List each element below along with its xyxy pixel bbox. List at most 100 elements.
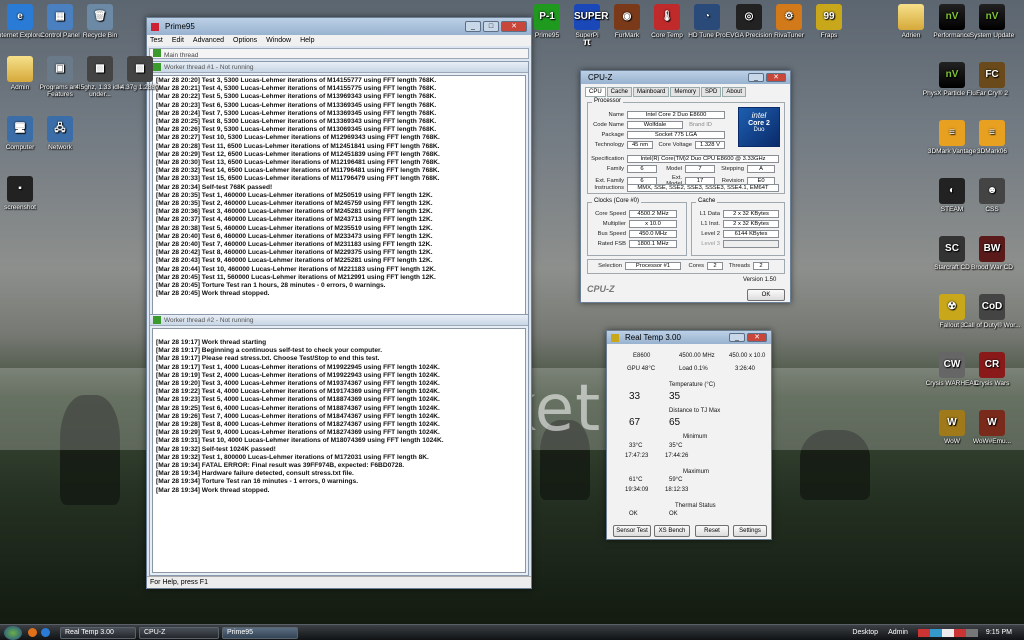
left-icon-6[interactable]: ▩ 4.37g 1.288V (107, 56, 173, 91)
realtemp-window[interactable]: Real Temp 3.00 _ ✕ E8600 4500.00 MHz 450… (606, 330, 772, 540)
realtemp-titlebar[interactable]: Real Temp 3.00 _ ✕ (607, 331, 771, 344)
left-icon-2[interactable]: 🗑 Recycle Bin (67, 4, 133, 39)
level3-label: Level 3 (701, 240, 720, 247)
menu-item-options[interactable]: Options (233, 37, 257, 44)
menu-item-help[interactable]: Help (300, 37, 314, 44)
log-line: [Mar 28 20:27] Test 10, 5300 Lucas-Lehme… (156, 134, 440, 142)
close-icon[interactable]: ✕ (766, 73, 786, 82)
desktop-app-icon: ▩ (127, 56, 153, 82)
cpuz-window[interactable]: CPU-Z _ ✕ CPU Cache Mainboard Memory SPD Abou… (580, 70, 791, 303)
desktop-app-icon: 99 (816, 4, 842, 30)
cpuz-tab-spd[interactable]: SPD (701, 87, 722, 97)
family-value: 6 (627, 165, 657, 173)
left-icon-9[interactable]: ▪ screenshot (0, 176, 53, 211)
tray-icons (917, 628, 978, 637)
log-line: [Mar 28 20:36] Test 3, 460000 Lucas-Lehm… (156, 208, 433, 216)
right-icon-7[interactable]: ☻ CSS (959, 178, 1024, 213)
prime95-window[interactable]: Prime95 _ □ ✕ Test Edit Advanced Options Win… (146, 17, 532, 589)
desktop-app-icon: ≡ (979, 120, 1005, 146)
threads-value: 2 (753, 262, 769, 270)
prime95-titlebar[interactable]: Prime95 _ □ ✕ (147, 18, 531, 35)
close-icon[interactable]: ✕ (747, 333, 767, 342)
cpuz-brand: CPU-Z (587, 284, 615, 294)
quicklaunch-firefox-icon[interactable] (28, 628, 37, 637)
cpuz-tabs: CPU Cache Mainboard Memory SPD About (585, 87, 747, 97)
desktop-app-icon: ▪ (7, 176, 33, 202)
desktop-app-icon: nV (979, 4, 1005, 30)
top-icon-7[interactable]: 99 Fraps (796, 4, 862, 39)
taskbar-item-cpuz[interactable]: CPU-Z (139, 626, 219, 639)
log-line: [Mar 28 20:25] Test 8, 5300 Lucas-Lehmer… (156, 118, 437, 126)
cpuz-ok-button[interactable]: OK (747, 289, 785, 301)
minimize-icon[interactable]: _ (465, 21, 481, 32)
minimize-icon[interactable]: _ (729, 333, 745, 342)
worker-thread-1-titlebar[interactable]: Worker thread #1 - Not running (150, 62, 528, 73)
xs-bench-button[interactable]: XS Bench (654, 525, 690, 537)
core1-max-time: 18:12:33 (665, 487, 689, 493)
cpuz-tab-cache[interactable]: Cache (606, 87, 633, 97)
taskbar: Real Temp 3.00 CPU-Z Prime95 Desktop Adm… (0, 624, 1024, 640)
clock: 9:15 PM (985, 629, 1012, 636)
prime95-title: Prime95 (165, 22, 195, 31)
log-line: [Mar 28 20:34] Self-test 768K passed! (156, 183, 273, 191)
left-icon-8[interactable]: 🖧 Network (27, 116, 93, 151)
cpuz-tab-cpu[interactable]: CPU (585, 87, 606, 97)
minimize-icon[interactable]: _ (748, 73, 764, 82)
family-label: Family (606, 165, 624, 172)
desktop-toolbar[interactable]: Desktop (852, 629, 878, 636)
worker-thread-2-titlebar[interactable]: Worker thread #2 - Not running (150, 315, 528, 326)
prime95-app-icon (151, 22, 159, 31)
cpuz-tab-mainboard[interactable]: Mainboard (633, 87, 670, 97)
settings-button[interactable]: Settings (733, 525, 767, 537)
level2-label: Level 2 (701, 230, 720, 237)
core-speed-value: 4500.2 MHz (629, 210, 677, 218)
worker-thread-1-window[interactable]: Worker thread #1 - Not running [Mar 28 2… (149, 61, 529, 323)
worker-thread-2-window[interactable]: Worker thread #2 - Not running [Mar 28 1… (149, 314, 529, 576)
log-line: [Mar 28 19:19] Test 2, 4000 Lucas-Lehmer… (156, 371, 440, 379)
taskbar-item-prime95[interactable]: Prime95 (222, 626, 298, 639)
processor-select[interactable]: Processor #1 (625, 262, 681, 270)
right-icon-5[interactable]: ≡ 3DMark06 (959, 120, 1024, 155)
realtemp-title: Real Temp 3.00 (625, 333, 681, 342)
model-value: 7 (685, 165, 715, 173)
quicklaunch-ie-icon[interactable] (41, 628, 50, 637)
thermal-status-label: Thermal Status (675, 503, 716, 509)
gpu-temp: GPU 48°C (627, 366, 656, 372)
menu-item-window[interactable]: Window (266, 37, 291, 44)
right-icon-11[interactable]: CoD Call of Duty® Wor... (959, 294, 1024, 329)
desktop-icon-label: Far Cry® 2 (976, 90, 1008, 97)
log-line: [Mar 28 20:22] Test 5, 5300 Lucas-Lehmer… (156, 93, 437, 101)
multiplier-value: x 10.0 (629, 220, 677, 228)
right-icon-15[interactable]: W WoW#Emu... (959, 410, 1024, 445)
log-line: [Mar 28 20:33] Test 15, 6500 Lucas-Lehme… (156, 175, 440, 183)
menu-item-test[interactable]: Test (150, 37, 163, 44)
taskbar-item-realtemp[interactable]: Real Temp 3.00 (60, 626, 136, 639)
log-line: [Mar 28 20:42] Test 8, 460000 Lucas-Lehm… (156, 249, 433, 257)
cpuz-titlebar[interactable]: CPU-Z _ ✕ (581, 71, 790, 84)
sensor-test-button[interactable]: Sensor Test (613, 525, 651, 537)
cpuz-tab-memory[interactable]: Memory (670, 87, 701, 97)
cpu-multiplier: 450.00 x 10.0 (729, 353, 766, 359)
main-thread-window[interactable]: Main thread (149, 48, 529, 59)
right-icon-1[interactable]: nV System Update (959, 4, 1024, 39)
menu-item-advanced[interactable]: Advanced (193, 37, 224, 44)
worker-thread-1-log[interactable]: [Mar 28 20:20] Test 3, 5300 Lucas-Lehmer… (152, 75, 526, 320)
right-icon-13[interactable]: CR Crysis Wars (959, 352, 1024, 387)
spec-value: Intel(R) Core(TM)2 Duo CPU E8600 @ 3.33G… (627, 155, 779, 163)
cpuz-title: CPU-Z (588, 73, 613, 82)
desktop-icon-label: Fraps (820, 32, 838, 39)
maximize-icon[interactable]: □ (483, 21, 499, 32)
menu-item-edit[interactable]: Edit (172, 37, 184, 44)
cpuz-tab-about[interactable]: About (722, 87, 747, 97)
cpu-load: Load 0.1% (679, 366, 708, 372)
worker-thread-2-log[interactable]: [Mar 28 19:17] Work thread starting [Mar … (152, 328, 526, 573)
right-icon-9[interactable]: BW Brood War CD (959, 236, 1024, 271)
right-icon-3[interactable]: FC Far Cry® 2 (959, 62, 1024, 97)
log-line: [Mar 28 19:20] Test 3, 4000 Lucas-Lehmer… (156, 380, 440, 388)
core0-status: OK (629, 511, 638, 517)
user-toolbar[interactable]: Admin (888, 629, 908, 636)
codename-value: Wolfdale (627, 121, 683, 129)
start-button[interactable] (4, 625, 22, 640)
brandid-label: Brand ID (689, 121, 712, 128)
reset-button[interactable]: Reset (695, 525, 729, 537)
